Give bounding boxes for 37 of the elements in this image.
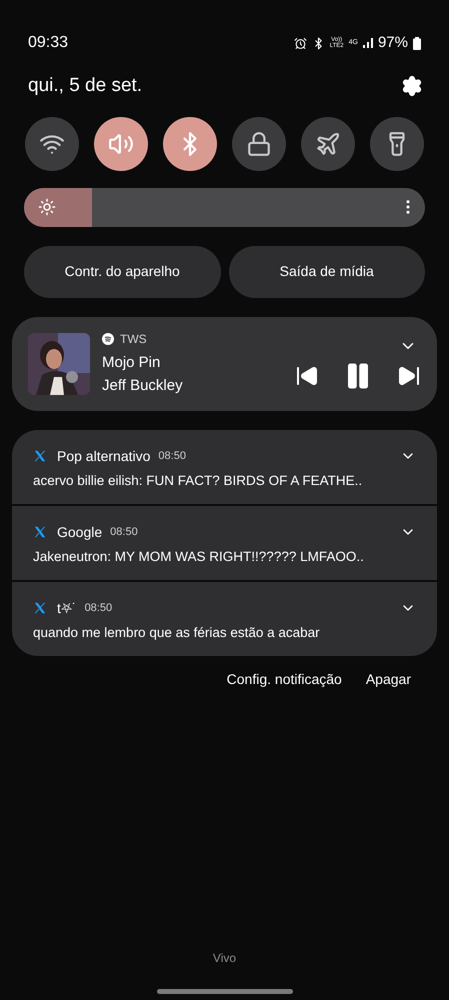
notification-card[interactable]: Pop alternativo 08:50 acervo billie eilish: FUN FACT? BIRDS OF A FEATHE.. xyxy=(12,430,437,504)
notification-title: t⛧˙ xyxy=(57,598,77,618)
clock-time: 09:33 xyxy=(28,33,68,53)
artist-name: Jeff Buckley xyxy=(102,376,183,396)
notification-time: 08:50 xyxy=(110,524,138,540)
app-name: TWS xyxy=(120,331,147,348)
brightness-slider[interactable] xyxy=(24,188,425,226)
notification-time: 08:50 xyxy=(84,600,112,616)
notification-text: Jakeneutron: MY MOM WAS RIGHT!!????? LMFAOO.. xyxy=(33,548,365,566)
notification-card[interactable]: t⛧˙ 08:50 quando me lembro que as férias estão a acabar xyxy=(12,582,437,656)
notification-title: Google xyxy=(57,522,102,542)
notification-text: acervo billie eilish: FUN FACT? BIRDS OF A FEATHE.. xyxy=(33,472,364,490)
battery-percent: 97% xyxy=(378,32,408,53)
quick-toggle[interactable] xyxy=(94,116,148,170)
notification-title: Pop alternativo xyxy=(57,446,150,466)
date-label: qui., 5 de set. xyxy=(28,74,142,98)
settings-icon[interactable] xyxy=(401,75,423,98)
notification-time: 08:50 xyxy=(158,448,186,464)
carrier-label: Vivo xyxy=(212,950,236,967)
x-logo-icon xyxy=(33,525,47,539)
battery-icon xyxy=(413,36,421,50)
panel-button[interactable]: Contr. do aparelho xyxy=(24,246,220,298)
text-button[interactable]: Config. notificação xyxy=(226,668,342,690)
song-title: Mojo Pin xyxy=(102,353,162,373)
text-button[interactable]: Apagar xyxy=(366,668,411,690)
panel-button[interactable]: Saída de mídia xyxy=(228,246,425,298)
quick-toggle[interactable] xyxy=(163,116,217,170)
lock-icon xyxy=(246,130,272,156)
sun-icon xyxy=(38,198,56,216)
airplane-icon xyxy=(315,130,341,156)
app-icon xyxy=(102,333,114,345)
x-logo-icon xyxy=(33,601,47,615)
signal-icon xyxy=(362,38,373,48)
alarm-icon xyxy=(294,36,307,50)
notification-card[interactable]: Google 08:50 Jakeneutron: MY MOM WAS RIGHT!!????? LMFAOO.. xyxy=(12,506,437,580)
notification-text: quando me lembro que as férias estão a acabar xyxy=(33,624,321,642)
x-logo-icon xyxy=(33,449,47,463)
